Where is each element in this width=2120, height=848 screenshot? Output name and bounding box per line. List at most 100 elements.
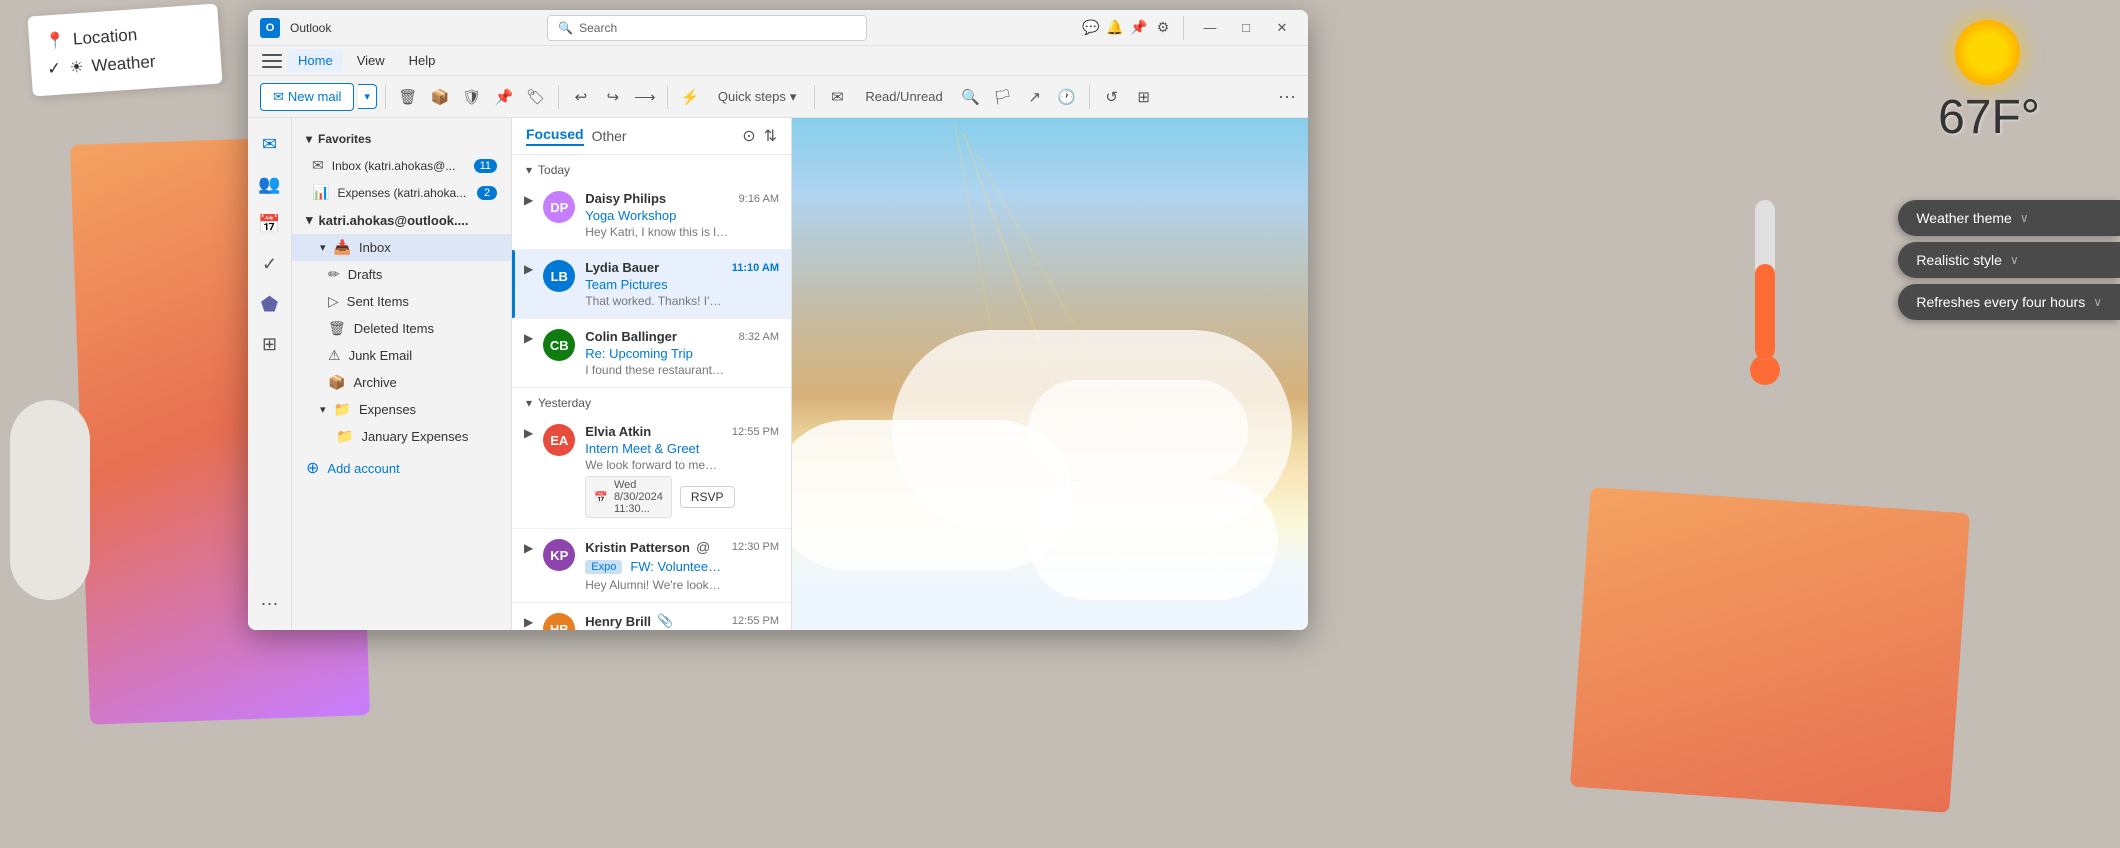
folder-sent[interactable]: ▷ Sent Items	[292, 288, 511, 315]
envelope-icon: ✉	[273, 89, 284, 105]
folder-inbox[interactable]: ▾ 📥 Inbox	[292, 234, 511, 261]
tab-focused[interactable]: Focused	[526, 126, 584, 146]
minimize-button[interactable]: —	[1196, 14, 1224, 42]
email-item-henry[interactable]: ▶ HB Henry Brill 📎 Back Cover Idea Hey K…	[512, 603, 791, 630]
yesterday-expand[interactable]: ▾	[526, 396, 532, 410]
flag-button[interactable]: 🔍	[957, 83, 985, 111]
sort-icon[interactable]: ⇅	[764, 126, 777, 146]
avatar-lydia: LB	[543, 260, 575, 292]
calendar-chip-icon: 📅	[594, 491, 608, 504]
email-list-body: ▾ Today ▶ DP Daisy Philips Yoga Workshop…	[512, 155, 791, 630]
close-button[interactable]: ✕	[1268, 14, 1296, 42]
tag-button[interactable]: 🏷	[522, 83, 550, 111]
undo2-button[interactable]: ↺	[1098, 83, 1126, 111]
read-unread-button[interactable]: Read/Unread	[855, 85, 952, 108]
add-account-button[interactable]: ⊕ Add account	[292, 450, 511, 486]
filter-icon[interactable]: ⊙	[742, 126, 755, 146]
realistic-style-label: Realistic style	[1916, 252, 2002, 268]
sender-daisy: Daisy Philips	[585, 191, 728, 206]
folder-inbox-favorite[interactable]: ✉ Inbox (katri.ahokas@... 11	[292, 152, 511, 179]
folder-january-expenses[interactable]: 📁 January Expenses	[292, 423, 511, 450]
lightning-button[interactable]: ⚡	[676, 83, 704, 111]
location-label: Location	[72, 25, 138, 49]
folder-expenses-favorite[interactable]: 📊 Expenses (katri.ahoka... 2	[292, 179, 511, 206]
sidebar-calendar-icon[interactable]: 📅	[252, 206, 288, 242]
email-item-kristin[interactable]: ▶ KP Kristin Patterson @ Expo FW: Volunt…	[512, 529, 791, 603]
search-placeholder: Search	[579, 21, 617, 35]
category-button[interactable]: 🏳	[989, 83, 1017, 111]
temperature-display: 67F°	[1938, 90, 2040, 145]
maximize-button[interactable]: □	[1232, 14, 1260, 42]
weather-theme-chip[interactable]: Weather theme ∨	[1898, 200, 2120, 236]
app-title: Outlook	[290, 21, 331, 35]
menu-view[interactable]: View	[347, 49, 395, 72]
sidebar-mail-icon[interactable]: ✉	[252, 126, 288, 162]
sidebar-apps-icon[interactable]: ⊞	[252, 326, 288, 362]
subject-lydia: Team Pictures	[585, 277, 721, 292]
favorites-expand[interactable]: ▾	[306, 132, 312, 146]
folder-deleted[interactable]: 🗑 Deleted Items	[292, 315, 511, 342]
redo-button[interactable]: ↪	[599, 83, 627, 111]
preview-daisy: Hey Katri, I know this is last minute, b…	[585, 225, 728, 239]
archive-folder-icon: 📦	[328, 374, 345, 391]
clock-button[interactable]: 🕐	[1053, 83, 1081, 111]
account-header[interactable]: ▾ katri.ahokas@outlook....	[292, 206, 511, 234]
sent-icon: ▷	[328, 293, 339, 310]
search-icon: 🔍	[558, 21, 573, 35]
bell-icon[interactable]: 🔔	[1107, 20, 1123, 36]
sidebar-teams-icon[interactable]: ⬟	[252, 286, 288, 322]
sidebar-icons: ✉ 👥 📅 ✓ ⬟ ⊞ ⋯	[248, 118, 292, 630]
hamburger-button[interactable]	[260, 49, 284, 73]
email-item-lydia[interactable]: ▶ LB Lydia Bauer Team Pictures That work…	[512, 250, 791, 319]
sidebar-people-icon[interactable]: 👥	[252, 166, 288, 202]
inbox-icon: 📥	[334, 239, 351, 256]
email-item-colin[interactable]: ▶ CB Colin Ballinger Re: Upcoming Trip I…	[512, 319, 791, 388]
sidebar-more-icon[interactable]: ⋯	[252, 586, 288, 622]
refresh-chip[interactable]: Refreshes every four hours ∨	[1898, 284, 2120, 320]
outlook-logo: O	[260, 18, 280, 38]
pin-icon[interactable]: 📌	[1131, 20, 1147, 36]
avatar-henry: HB	[543, 613, 575, 630]
realistic-style-chip[interactable]: Realistic style ∨	[1898, 242, 2120, 278]
sidebar-tasks-icon[interactable]: ✓	[252, 246, 288, 282]
mail-icon-tb[interactable]: ✉	[823, 83, 851, 111]
at-icon: @	[696, 539, 710, 555]
forward-button[interactable]: ⟶	[631, 83, 659, 111]
pin-msg-button[interactable]: 📌	[490, 83, 518, 111]
menu-help[interactable]: Help	[399, 49, 446, 72]
archive-button[interactable]: 📦	[426, 83, 454, 111]
grid-button[interactable]: ⊞	[1130, 83, 1158, 111]
email-item-daisy[interactable]: ▶ DP Daisy Philips Yoga Workshop Hey Kat…	[512, 181, 791, 250]
email-item-elvia[interactable]: ▶ EA Elvia Atkin Intern Meet & Greet We …	[512, 414, 791, 529]
delete-button[interactable]: 🗑	[394, 83, 422, 111]
quick-steps-button[interactable]: Quick steps ▾	[708, 85, 806, 109]
rsvp-button[interactable]: RSVP	[680, 486, 735, 508]
hamburger-line	[262, 54, 282, 56]
sun-ray-3	[974, 152, 1232, 596]
email-expand-5: ▶	[524, 541, 533, 555]
add-account-icon: ⊕	[306, 458, 319, 478]
subject-daisy: Yoga Workshop	[585, 208, 728, 223]
more-button[interactable]: ···	[1278, 86, 1296, 107]
today-expand[interactable]: ▾	[526, 163, 532, 177]
zoom-button[interactable]: ↗	[1021, 83, 1049, 111]
new-mail-dropdown[interactable]: ▾	[358, 84, 377, 109]
cloud-3	[892, 330, 1292, 530]
expenses-fav-icon: 📊	[312, 184, 329, 201]
new-mail-button[interactable]: ✉ New mail	[260, 83, 354, 111]
sender-elvia: Elvia Atkin	[585, 424, 722, 439]
search-box[interactable]: 🔍 Search	[547, 15, 867, 41]
folder-expenses-main[interactable]: ▾ 📁 Expenses	[292, 396, 511, 423]
folder-drafts[interactable]: ✏ Drafts	[292, 261, 511, 288]
menu-home[interactable]: Home	[288, 49, 343, 72]
folder-junk[interactable]: ⚠ Junk Email	[292, 342, 511, 369]
folder-archive[interactable]: 📦 Archive	[292, 369, 511, 396]
tab-other[interactable]: Other	[592, 128, 627, 144]
spam-button[interactable]: 🛡	[458, 83, 486, 111]
weather-icon-sun: ☀	[69, 57, 85, 78]
check-icon: ✓	[46, 59, 62, 80]
deleted-icon: 🗑	[328, 320, 346, 337]
undo-button[interactable]: ↩	[567, 83, 595, 111]
chat-icon[interactable]: 💬	[1083, 20, 1099, 36]
settings-icon[interactable]: ⚙	[1155, 20, 1171, 36]
